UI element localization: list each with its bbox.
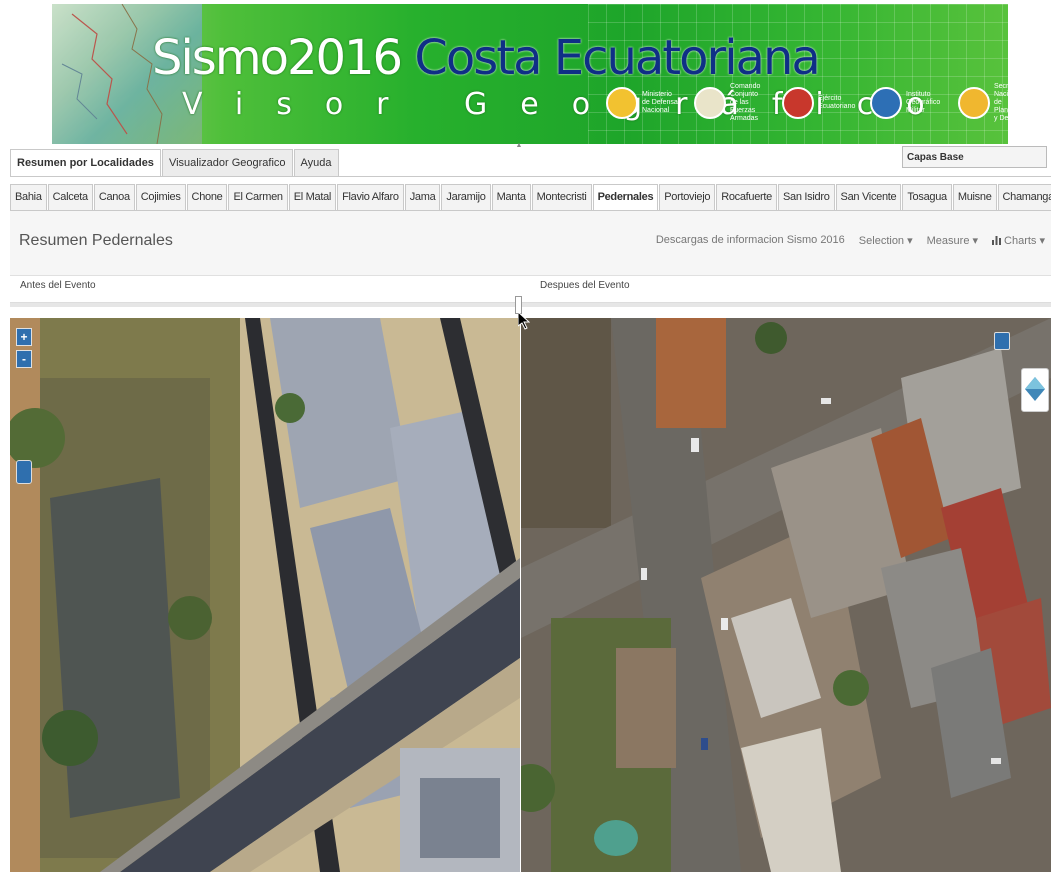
selection-menu[interactable]: Selection ▾ bbox=[859, 234, 913, 247]
collapse-header-handle[interactable]: ▲ bbox=[514, 142, 524, 149]
institution-name-line: de Planificación bbox=[994, 99, 1008, 114]
tab-flavio-alfaro[interactable]: Flavio Alfaro bbox=[337, 184, 404, 210]
institution-name-line: de Defensa bbox=[642, 99, 678, 106]
tab-san-vicente[interactable]: San Vicente bbox=[835, 184, 902, 210]
institution-logos: Ministerio de Defensa Nacional Comando Conj… bbox=[606, 78, 1008, 128]
institution-name-line: Secretaría Nacional bbox=[994, 83, 1008, 98]
charts-menu[interactable]: Charts ▾ bbox=[992, 234, 1045, 247]
institution-logo: Instituto Geográfico Militar bbox=[870, 87, 950, 119]
bar-chart-icon bbox=[992, 236, 1002, 245]
before-event-label: Antes del Evento bbox=[20, 280, 96, 291]
banner-title-year: Sismo2016 bbox=[152, 30, 403, 86]
institution-name: Comando Conjunto de las Fuerzas Armadas bbox=[730, 83, 774, 123]
institution-name-line: y Desarrollo bbox=[994, 115, 1008, 122]
tab-san-isidro[interactable]: San Isidro bbox=[778, 184, 835, 210]
tab-chamanga[interactable]: Chamanga bbox=[997, 184, 1051, 210]
institution-name-line: Militar bbox=[906, 107, 925, 114]
map-tool-icon[interactable] bbox=[994, 332, 1010, 350]
location-tab-bar: Bahia Calceta Canoa Cojimies Chone El Carmen E… bbox=[10, 184, 1051, 211]
panel-toolbar: Descargas de informacion Sismo 2016 Sele… bbox=[656, 234, 1045, 247]
downloads-link[interactable]: Descargas de informacion Sismo 2016 bbox=[656, 234, 845, 247]
institution-name-line: Instituto bbox=[906, 91, 931, 98]
institution-name-line: Armadas bbox=[730, 115, 759, 122]
after-aerial-image bbox=[521, 318, 1051, 872]
tab-tosagua[interactable]: Tosagua bbox=[902, 184, 952, 210]
header-banner: Sismo2016 Costa Ecuatoriana Visor Geográ… bbox=[52, 4, 1008, 144]
main-tab-ayuda[interactable]: Ayuda bbox=[293, 149, 339, 176]
institution-name-line: Geográfico bbox=[906, 99, 941, 106]
institution-name-line: Comando Conjunto bbox=[730, 83, 761, 98]
tab-canoa[interactable]: Canoa bbox=[93, 184, 135, 210]
tab-chone[interactable]: Chone bbox=[186, 184, 228, 210]
page-title: Resumen Pedernales bbox=[19, 232, 173, 249]
layers-diamond-icon bbox=[1025, 377, 1045, 401]
tab-divider bbox=[10, 176, 1051, 177]
institution-name-line: Nacional bbox=[642, 107, 670, 114]
tab-manta[interactable]: Manta bbox=[491, 184, 531, 210]
tab-bahia[interactable]: Bahia bbox=[10, 184, 47, 210]
tab-cojimies[interactable]: Cojimies bbox=[135, 184, 186, 210]
before-aerial-image bbox=[10, 318, 520, 872]
mouse-cursor-icon bbox=[518, 312, 530, 330]
institution-emblem-icon bbox=[694, 87, 726, 119]
tab-montecristi[interactable]: Montecristi bbox=[531, 184, 592, 210]
tab-calceta[interactable]: Calceta bbox=[47, 184, 93, 210]
institution-emblem-icon bbox=[606, 87, 638, 119]
tab-el-matal[interactable]: El Matal bbox=[288, 184, 337, 210]
institution-name-line: Ministerio bbox=[642, 91, 672, 98]
tab-el-carmen[interactable]: El Carmen bbox=[228, 184, 288, 210]
tab-rocafuerte[interactable]: Rocafuerte bbox=[716, 184, 777, 210]
institution-name-line: de las Fuerzas bbox=[730, 99, 756, 114]
institution-logo: Secretaría Nacionalde Planificacióny Des… bbox=[958, 83, 1008, 123]
main-tab-bar: Resumen por Localidades Visualizador Geog… bbox=[10, 149, 340, 177]
charts-menu-label: Charts ▾ bbox=[1004, 235, 1045, 247]
institution-logo: Ejército Ecuatoriano bbox=[782, 87, 862, 119]
measure-menu[interactable]: Measure ▾ bbox=[927, 234, 978, 247]
tab-jaramijo[interactable]: Jaramijo bbox=[441, 184, 491, 210]
base-layers-select[interactable]: Capas Base bbox=[902, 146, 1047, 168]
institution-name: Instituto Geográfico Militar bbox=[906, 91, 950, 115]
after-event-label: Despues del Evento bbox=[540, 280, 630, 291]
tab-portoviejo[interactable]: Portoviejo bbox=[659, 184, 716, 210]
locate-icon[interactable] bbox=[16, 460, 32, 484]
institution-name: Ministerio de Defensa Nacional bbox=[642, 91, 686, 115]
map-before-event[interactable]: + - bbox=[10, 318, 520, 872]
main-tab-resumen-por-localidades[interactable]: Resumen por Localidades bbox=[10, 149, 161, 177]
institution-name: Ejército Ecuatoriano bbox=[818, 95, 862, 111]
zoom-out-button[interactable]: - bbox=[16, 350, 32, 368]
institution-emblem-icon bbox=[782, 87, 814, 119]
institution-name-line: Ecuatoriano bbox=[818, 103, 856, 110]
zoom-in-button[interactable]: + bbox=[16, 328, 32, 346]
tab-pedernales[interactable]: Pedernales bbox=[592, 184, 659, 211]
base-layers-label: Capas Base bbox=[907, 152, 964, 163]
institution-name-line: Ejército bbox=[818, 95, 842, 102]
layer-switcher-icon[interactable] bbox=[1021, 368, 1049, 412]
institution-name: Secretaría Nacionalde Planificacióny Des… bbox=[994, 83, 1008, 123]
summary-panel-header: Resumen Pedernales Descargas de informac… bbox=[10, 211, 1051, 276]
institution-emblem-icon bbox=[958, 87, 990, 119]
swipe-slider-track bbox=[10, 302, 1051, 307]
institution-emblem-icon bbox=[870, 87, 902, 119]
map-after-event[interactable] bbox=[521, 318, 1051, 872]
main-tab-visualizador-geografico[interactable]: Visualizador Geografico bbox=[161, 149, 293, 176]
institution-logo: Ministerio de Defensa Nacional bbox=[606, 87, 686, 119]
tab-muisne[interactable]: Muisne bbox=[952, 184, 997, 210]
tab-jama[interactable]: Jama bbox=[404, 184, 441, 210]
institution-logo: Comando Conjunto de las Fuerzas Armadas bbox=[694, 83, 774, 123]
